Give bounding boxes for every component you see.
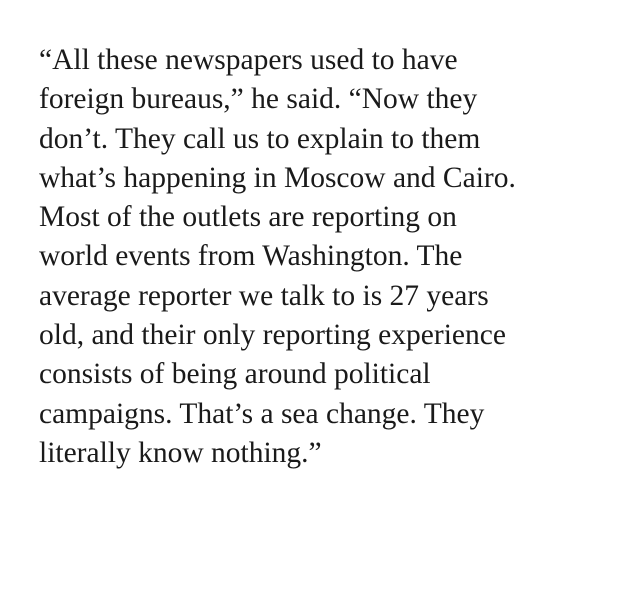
paragraph-line: campaigns. That’s a sea change. They bbox=[39, 397, 485, 430]
paragraph-line: consists of being around political bbox=[39, 358, 431, 391]
paragraph-line: world events from Washington. The bbox=[39, 240, 463, 273]
paragraph-line: average reporter we talk to is 27 years bbox=[39, 279, 489, 312]
paragraph-line: literally know nothing.” bbox=[39, 436, 322, 469]
paragraph-line: old, and their only reporting experience bbox=[39, 319, 506, 352]
paragraph-line: don’t. They call us to explain to them bbox=[39, 122, 481, 155]
quote-paragraph: “All these newspapers used to have forei… bbox=[39, 41, 619, 473]
paragraph-line: “All these newspapers used to have bbox=[39, 44, 458, 76]
paragraph-line: foreign bureaus,” he said. “Now they bbox=[39, 83, 478, 116]
paragraph-line: what’s happening in Moscow and Cairo. bbox=[39, 161, 516, 194]
paragraph-line: Most of the outlets are reporting on bbox=[39, 201, 457, 234]
